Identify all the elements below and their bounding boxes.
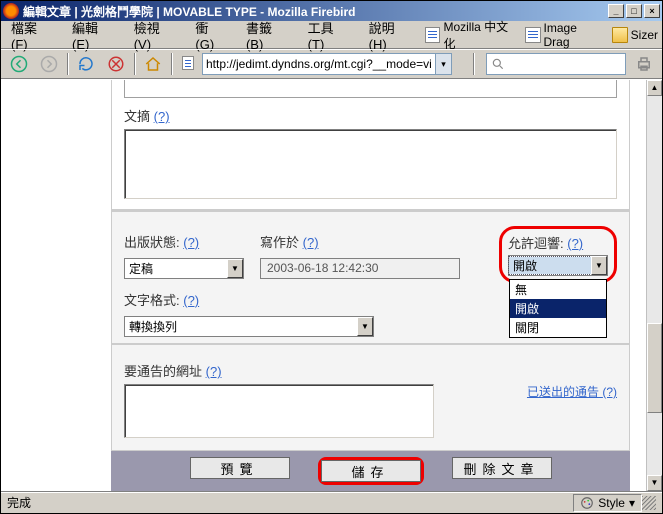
highlight-save: 儲存 bbox=[318, 457, 424, 485]
resize-grip[interactable] bbox=[642, 496, 656, 510]
search-input[interactable] bbox=[505, 56, 625, 71]
maximize-button[interactable]: □ bbox=[626, 4, 642, 18]
help-link[interactable]: (?) bbox=[303, 235, 319, 250]
text-format-label: 文字格式: (?) bbox=[124, 290, 244, 309]
written-label: 寫作於 (?) bbox=[260, 232, 460, 251]
highlight-allow-comments: 允許迴響: (?) 開啟 ▼ 無 開啟 關閉 bbox=[499, 226, 617, 283]
menu-tools[interactable]: 工具(T) bbox=[302, 16, 355, 54]
help-link[interactable]: (?) bbox=[183, 235, 199, 250]
body-textarea-bottom[interactable] bbox=[124, 80, 617, 98]
scroll-thumb[interactable] bbox=[647, 323, 662, 413]
forward-button[interactable] bbox=[37, 52, 61, 76]
bookmark-sizer[interactable]: Sizer bbox=[612, 27, 658, 43]
ping-urls-textarea[interactable] bbox=[124, 384, 434, 438]
menu-bar: 檔案(F) 編輯(E) 檢視(V) 衝(G) 書籤(B) 工具(T) 說明(H)… bbox=[1, 21, 662, 49]
excerpt-label: 文摘 (?) bbox=[124, 106, 617, 125]
excerpt-textarea[interactable] bbox=[124, 129, 617, 199]
close-button[interactable]: × bbox=[644, 4, 660, 18]
url-dropdown-button[interactable]: ▾ bbox=[435, 54, 451, 74]
pub-status-label: 出版狀態: (?) bbox=[124, 232, 244, 251]
save-button[interactable]: 儲存 bbox=[321, 460, 421, 482]
url-input[interactable] bbox=[203, 54, 435, 74]
option-none[interactable]: 無 bbox=[510, 280, 606, 299]
vertical-scrollbar[interactable]: ▲ ▼ bbox=[646, 80, 662, 491]
content-area: 文摘 (?) 出版狀態: (?) 定稿 ▼ 文字格式: (?) 轉換換列 ▼ bbox=[1, 79, 662, 491]
stop-button[interactable] bbox=[104, 52, 128, 76]
option-open[interactable]: 開啟 bbox=[510, 299, 606, 318]
menu-go[interactable]: 衝(G) bbox=[189, 16, 232, 54]
search-icon bbox=[491, 57, 505, 71]
bookmark-mozilla[interactable]: Mozilla 中文化 bbox=[425, 18, 517, 52]
chevron-down-icon: ▼ bbox=[227, 259, 243, 278]
help-link[interactable]: (?) bbox=[154, 109, 170, 124]
menu-bookmarks[interactable]: 書籤(B) bbox=[240, 16, 294, 54]
scroll-up-button[interactable]: ▲ bbox=[647, 80, 662, 96]
written-date: 2003-06-18 12:42:30 bbox=[260, 258, 460, 279]
palette-icon bbox=[580, 496, 594, 510]
status-tray[interactable]: Style ▾ bbox=[573, 494, 642, 512]
toolbar: ▾ bbox=[1, 49, 662, 79]
minimize-button[interactable]: _ bbox=[608, 4, 624, 18]
ping-urls-label: 要通告的網址 (?) bbox=[124, 361, 447, 380]
menu-edit[interactable]: 編輯(E) bbox=[66, 16, 120, 54]
action-bar: 預覽 儲存 刪除文章 bbox=[111, 451, 630, 491]
help-link[interactable]: (?) bbox=[567, 236, 583, 251]
allow-comments-options: 無 開啟 關閉 bbox=[509, 279, 607, 338]
status-text: 完成 bbox=[7, 494, 573, 511]
page-icon bbox=[425, 27, 440, 43]
print-button[interactable] bbox=[632, 52, 656, 76]
option-closed[interactable]: 關閉 bbox=[510, 318, 606, 337]
bookmark-imagedrag[interactable]: Image Drag bbox=[525, 21, 604, 49]
page-icon bbox=[182, 56, 198, 72]
address-bar[interactable]: ▾ bbox=[202, 53, 452, 75]
allow-comments-label: 允許迴響: (?) bbox=[508, 233, 608, 252]
scroll-down-button[interactable]: ▼ bbox=[647, 475, 662, 491]
chevron-down-icon: ▼ bbox=[591, 256, 607, 275]
sent-pings-link[interactable]: 已送出的通告 (?) bbox=[527, 385, 617, 399]
menu-view[interactable]: 檢視(V) bbox=[128, 16, 182, 54]
home-button[interactable] bbox=[141, 52, 165, 76]
scroll-track[interactable] bbox=[647, 96, 662, 475]
menu-file[interactable]: 檔案(F) bbox=[5, 16, 58, 54]
page-icon bbox=[525, 27, 540, 43]
menu-help[interactable]: 說明(H) bbox=[363, 16, 417, 54]
pub-status-select[interactable]: 定稿 ▼ bbox=[124, 258, 244, 279]
back-button[interactable] bbox=[7, 52, 31, 76]
search-box[interactable] bbox=[486, 53, 626, 75]
status-bar: 完成 Style ▾ bbox=[1, 491, 662, 513]
folder-icon bbox=[612, 27, 628, 43]
help-link[interactable]: (?) bbox=[183, 293, 199, 308]
delete-button[interactable]: 刪除文章 bbox=[452, 457, 552, 479]
preview-button[interactable]: 預覽 bbox=[190, 457, 290, 479]
help-link[interactable]: (?) bbox=[206, 364, 222, 379]
reload-button[interactable] bbox=[74, 52, 98, 76]
allow-comments-select[interactable]: 開啟 ▼ 無 開啟 關閉 bbox=[508, 255, 608, 276]
